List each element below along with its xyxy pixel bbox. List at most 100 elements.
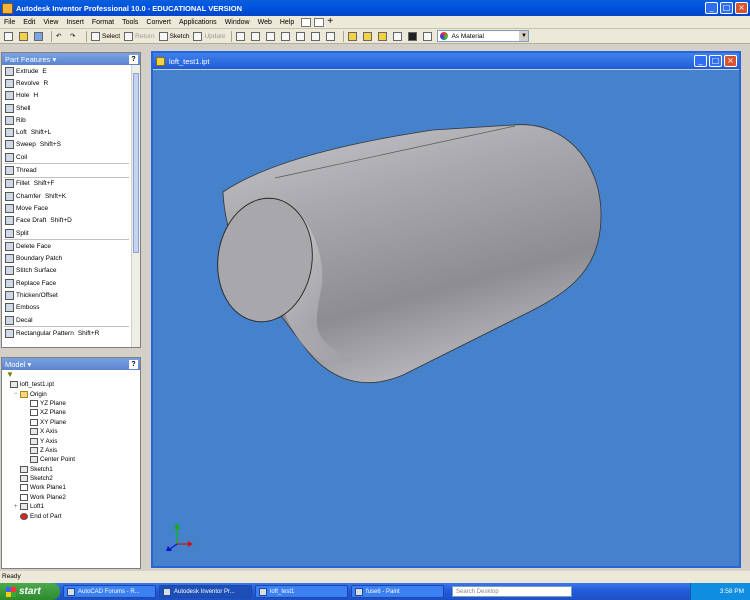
graphics-viewport[interactable] [153,69,739,566]
feature-split[interactable]: Split [2,227,131,239]
feature-loft[interactable]: Loft Shift+L [2,126,131,138]
document-title-bar[interactable]: loft_test1.ipt _ □ × [153,53,739,69]
tree-node-center-point[interactable]: Center Point [4,455,138,464]
part-features-scrollbar[interactable] [131,65,140,347]
return-button[interactable]: Return [123,30,156,42]
redo-button[interactable]: ↷ [69,30,81,42]
update-button[interactable]: Update [192,30,226,42]
doc-close-button[interactable]: × [724,55,737,67]
tree-node-sketch1[interactable]: Sketch1 [4,465,138,474]
help-topics-icon[interactable] [301,17,312,27]
feature-boundary-patch[interactable]: Boundary Patch [2,252,131,264]
tree-node-sketch2[interactable]: Sketch2 [4,474,138,483]
tree-node-loft-test1-ipt[interactable]: loft_test1.ipt [4,380,138,389]
zoom-button[interactable] [265,30,278,42]
display-mode-button[interactable] [347,30,360,42]
menu-applications[interactable]: Applications [175,19,221,26]
tree-node-y-axis[interactable]: Y Axis [4,436,138,445]
tree-node-loft1[interactable]: + Loft1 [4,502,138,511]
chevron-down-icon[interactable]: ▼ [519,31,529,41]
part-features-help-button[interactable]: ? [129,54,138,64]
crosshair-icon[interactable]: + [327,16,337,27]
material-edit-button[interactable] [422,30,435,42]
select-button[interactable]: Select [90,30,121,42]
new-file-button[interactable] [3,30,16,42]
tree-node-z-axis[interactable]: Z Axis [4,446,138,455]
undo-button[interactable]: ↶ [55,30,67,42]
open-file-button[interactable] [18,30,31,42]
feature-emboss[interactable]: Emboss [2,302,131,314]
funnel-icon[interactable]: ▼ [2,370,140,380]
close-button[interactable]: × [735,2,748,14]
rotate-button[interactable] [310,30,323,42]
scrollbar-thumb[interactable] [133,73,139,253]
taskbar-item-paint[interactable]: fuse6 - Paint [351,585,444,598]
menu-view[interactable]: View [39,19,62,26]
menu-tools[interactable]: Tools [118,19,142,26]
analysis-button[interactable] [407,30,420,42]
feature-face-draft[interactable]: Face Draft Shift+D [2,215,131,227]
save-button[interactable] [33,30,46,42]
menu-help[interactable]: Help [276,19,298,26]
taskbar-item-loft[interactable]: loft_test1 [255,585,348,598]
taskbar-item-forums[interactable]: AutoCAD Forums - R... [63,585,156,598]
tree-node-end-of-part[interactable]: End of Part [4,511,138,520]
pan-button[interactable] [280,30,293,42]
feature-move-face[interactable]: Move Face [2,202,131,214]
clock[interactable]: 3:58 PM [720,588,744,595]
calculator-icon[interactable] [314,17,325,27]
doc-maximize-button[interactable]: □ [709,55,722,67]
menu-convert[interactable]: Convert [142,19,175,26]
feature-replace-face[interactable]: Replace Face [2,277,131,289]
inventor-app-icon[interactable] [2,2,13,14]
menu-file[interactable]: File [0,19,19,26]
model-help-button[interactable]: ? [129,359,138,369]
doc-minimize-button[interactable]: _ [694,55,707,67]
feature-revolve[interactable]: Revolve R [2,77,131,89]
tree-node-xz-plane[interactable]: XZ Plane [4,408,138,417]
minimize-button[interactable]: _ [705,2,718,14]
tree-node-origin[interactable]: − Origin [4,389,138,398]
model-browser-header[interactable]: Model ▾ ? [2,358,140,370]
model-canvas[interactable] [153,70,739,567]
menu-web[interactable]: Web [254,19,276,26]
feature-extrude[interactable]: Extrude E [2,65,131,77]
feature-thicken-offset[interactable]: Thicken/Offset [2,289,131,301]
feature-stitch-surface[interactable]: Stitch Surface [2,265,131,277]
feature-chamfer[interactable]: Chamfer Shift+K [2,190,131,202]
start-button[interactable]: start [0,583,60,600]
look-at-button[interactable] [325,30,338,42]
camera-view-button[interactable] [362,30,375,42]
shadow-button[interactable] [377,30,390,42]
tree-node-xy-plane[interactable]: XY Plane [4,418,138,427]
zoom-window-button[interactable] [250,30,263,42]
desktop-search-input[interactable]: Search Desktop [452,586,572,597]
tree-node-x-axis[interactable]: X Axis [4,427,138,436]
tree-node-work-plane1[interactable]: Work Plane1 [4,483,138,492]
feature-thread[interactable]: Thread [2,164,131,176]
feature-coil[interactable]: Coil [2,151,131,163]
zoom-selected-button[interactable] [295,30,308,42]
app-title-bar[interactable]: Autodesk Inventor Professional 10.0 - ED… [0,0,750,16]
feature-hole[interactable]: Hole H [2,90,131,102]
menu-format[interactable]: Format [88,19,118,26]
feature-rib[interactable]: Rib [2,114,131,126]
feature-fillet[interactable]: Fillet Shift+F [2,178,131,190]
feature-sweep[interactable]: Sweep Shift+S [2,139,131,151]
maximize-button[interactable]: □ [720,2,733,14]
feature-decal[interactable]: Decal [2,314,131,326]
tree-node-yz-plane[interactable]: YZ Plane [4,399,138,408]
section-view-button[interactable] [392,30,405,42]
material-dropdown[interactable]: As Material ▼ [437,30,530,42]
tree-node-work-plane2[interactable]: Work Plane2 [4,493,138,502]
menu-edit[interactable]: Edit [19,19,39,26]
part-features-header[interactable]: Part Features ▾ ? [2,53,140,65]
sketch-button[interactable]: Sketch [158,30,191,42]
taskbar-item-inventor[interactable]: Autodesk Inventor Pr... [159,585,252,598]
menu-window[interactable]: Window [221,19,254,26]
feature-shell[interactable]: Shell [2,102,131,114]
feature-delete-face[interactable]: Delete Face [2,240,131,252]
zoom-all-button[interactable] [235,30,248,42]
menu-insert[interactable]: Insert [62,19,88,26]
feature-rectangular-pattern[interactable]: Rectangular Pattern Shift+R [2,327,131,339]
